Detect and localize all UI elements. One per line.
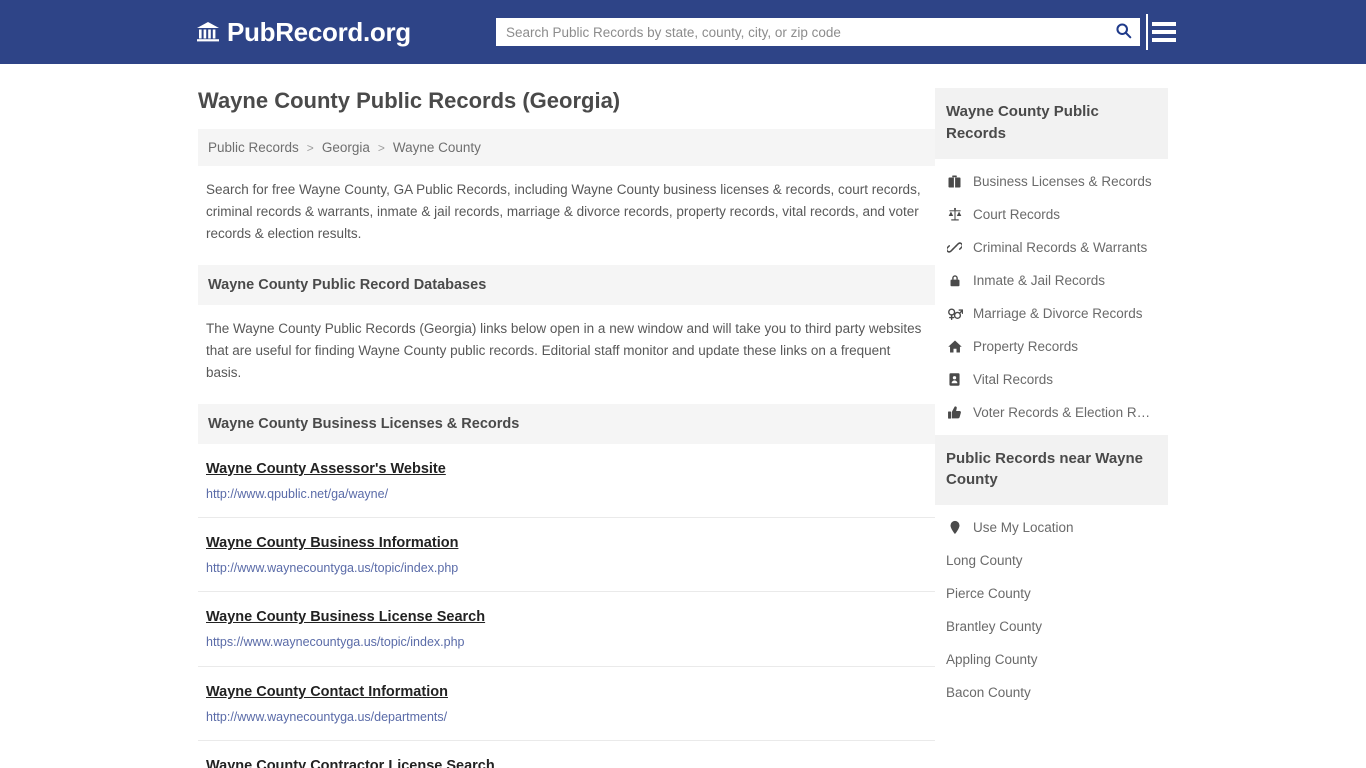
main-column: Wayne County Public Records (Georgia) Pu… [198, 88, 935, 768]
sidebar-item-bacon-county[interactable]: Bacon County [935, 676, 1168, 709]
handcuffs-icon [946, 240, 963, 255]
venus-mars-icon [946, 306, 963, 321]
record-link-title[interactable]: Wayne County Contractor License Search [206, 757, 495, 768]
sidebar-item-label: Business Licenses & Records [973, 173, 1152, 189]
sidebar: Wayne County Public Records Business Lic… [935, 88, 1168, 768]
sidebar-item-vital-records[interactable]: Vital Records [935, 363, 1168, 396]
sidebar-item-label: Vital Records [973, 371, 1054, 387]
hamburger-bar [1152, 30, 1176, 34]
sidebar-item-voter-records[interactable]: Voter Records & Election R… [935, 396, 1168, 429]
sidebar-item-business-licenses[interactable]: Business Licenses & Records [935, 165, 1168, 198]
lock-icon [946, 273, 963, 288]
home-icon [946, 339, 963, 354]
near-panel-heading: Public Records near Wayne County [935, 434, 1168, 505]
breadcrumb: Public Records > Georgia > Wayne County [198, 129, 935, 167]
hamburger-bar [1152, 38, 1176, 42]
sidebar-item-label: Use My Location [973, 520, 1074, 535]
record-link-url[interactable]: http://www.waynecountyga.us/departments/ [206, 709, 927, 725]
sidebar-item-marriage-divorce-records[interactable]: Marriage & Divorce Records [935, 297, 1168, 330]
list-item: Wayne County Business License Search htt… [198, 592, 935, 667]
record-link-title[interactable]: Wayne County Contact Information [206, 683, 448, 701]
near-panel: Public Records near Wayne County Use My … [935, 434, 1168, 710]
site-header: PubRecord.org [0, 0, 1366, 64]
record-link-url[interactable]: http://www.waynecountyga.us/topic/index.… [206, 560, 927, 576]
business-section-heading: Wayne County Business Licenses & Records [198, 403, 935, 444]
databases-section-heading: Wayne County Public Record Databases [198, 264, 935, 305]
sidebar-item-label: Brantley County [946, 619, 1043, 634]
sidebar-item-brantley-county[interactable]: Brantley County [935, 610, 1168, 643]
balance-scale-icon [946, 207, 963, 222]
list-item: Wayne County Business Information http:/… [198, 518, 935, 593]
breadcrumb-separator-icon: > [306, 140, 314, 155]
records-panel-list: Business Licenses & Records Court Record… [935, 159, 1168, 429]
record-link-title[interactable]: Wayne County Business Information [206, 534, 458, 552]
intro-paragraph: Search for free Wayne County, GA Public … [206, 182, 921, 242]
records-panel-heading: Wayne County Public Records [935, 88, 1168, 159]
sidebar-item-pierce-county[interactable]: Pierce County [935, 577, 1168, 610]
header-divider [1146, 14, 1148, 50]
record-link-url[interactable]: http://www.qpublic.net/ga/wayne/ [206, 486, 927, 502]
sidebar-item-court-records[interactable]: Court Records [935, 198, 1168, 231]
sidebar-item-label: Pierce County [946, 586, 1031, 601]
search-bar [496, 18, 1140, 46]
records-panel: Wayne County Public Records Business Lic… [935, 88, 1168, 429]
breadcrumb-item-wayne-county[interactable]: Wayne County [393, 140, 481, 155]
list-item: Wayne County Contractor License Search h… [198, 741, 935, 768]
map-pin-icon [946, 520, 963, 535]
breadcrumb-item-public-records[interactable]: Public Records [208, 140, 299, 155]
hamburger-bar [1152, 22, 1176, 26]
record-link-list: Wayne County Assessor's Website http://w… [198, 444, 935, 768]
search-input[interactable] [496, 19, 1106, 45]
sidebar-item-inmate-jail-records[interactable]: Inmate & Jail Records [935, 264, 1168, 297]
sidebar-item-label: Inmate & Jail Records [973, 272, 1106, 288]
sidebar-item-label: Bacon County [946, 685, 1031, 700]
list-item: Wayne County Assessor's Website http://w… [198, 444, 935, 518]
sidebar-item-criminal-records[interactable]: Criminal Records & Warrants [935, 231, 1168, 264]
databases-paragraph: The Wayne County Public Records (Georgia… [206, 320, 922, 380]
record-link-url[interactable]: https://www.waynecountyga.us/topic/index… [206, 634, 927, 650]
breadcrumb-separator-icon: > [377, 140, 385, 155]
record-link-title[interactable]: Wayne County Business License Search [206, 608, 485, 626]
sidebar-item-use-my-location[interactable]: Use My Location [935, 511, 1168, 544]
site-logo-link[interactable]: PubRecord.org [196, 17, 411, 48]
content-container: Wayne County Public Records (Georgia) Pu… [198, 64, 1168, 768]
id-badge-icon [946, 372, 963, 387]
near-panel-list: Use My Location Long County Pierce Count… [935, 505, 1168, 709]
sidebar-item-label: Criminal Records & Warrants [973, 239, 1148, 255]
list-item: Wayne County Contact Information http://… [198, 667, 935, 742]
thumbs-up-icon [946, 405, 963, 420]
sidebar-item-label: Long County [946, 553, 1023, 568]
sidebar-item-label: Property Records [973, 338, 1079, 354]
sidebar-item-property-records[interactable]: Property Records [935, 330, 1168, 363]
breadcrumb-item-georgia[interactable]: Georgia [322, 140, 370, 155]
sidebar-item-label: Appling County [946, 652, 1038, 667]
sidebar-item-label: Court Records [973, 206, 1061, 222]
hamburger-menu-icon[interactable] [1152, 19, 1176, 45]
site-logo-text: PubRecord.org [227, 16, 411, 47]
sidebar-item-label: Voter Records & Election R… [973, 404, 1151, 420]
bank-building-icon [196, 20, 220, 44]
search-icon [1115, 22, 1132, 42]
sidebar-item-label: Marriage & Divorce Records [973, 305, 1143, 321]
page-title: Wayne County Public Records (Georgia) [198, 88, 621, 113]
page-body: Wayne County Public Records (Georgia) Pu… [0, 64, 1366, 768]
sidebar-item-appling-county[interactable]: Appling County [935, 643, 1168, 676]
record-link-title[interactable]: Wayne County Assessor's Website [206, 460, 446, 478]
briefcase-icon [946, 174, 963, 189]
search-button[interactable] [1106, 19, 1140, 45]
sidebar-item-long-county[interactable]: Long County [935, 544, 1168, 577]
